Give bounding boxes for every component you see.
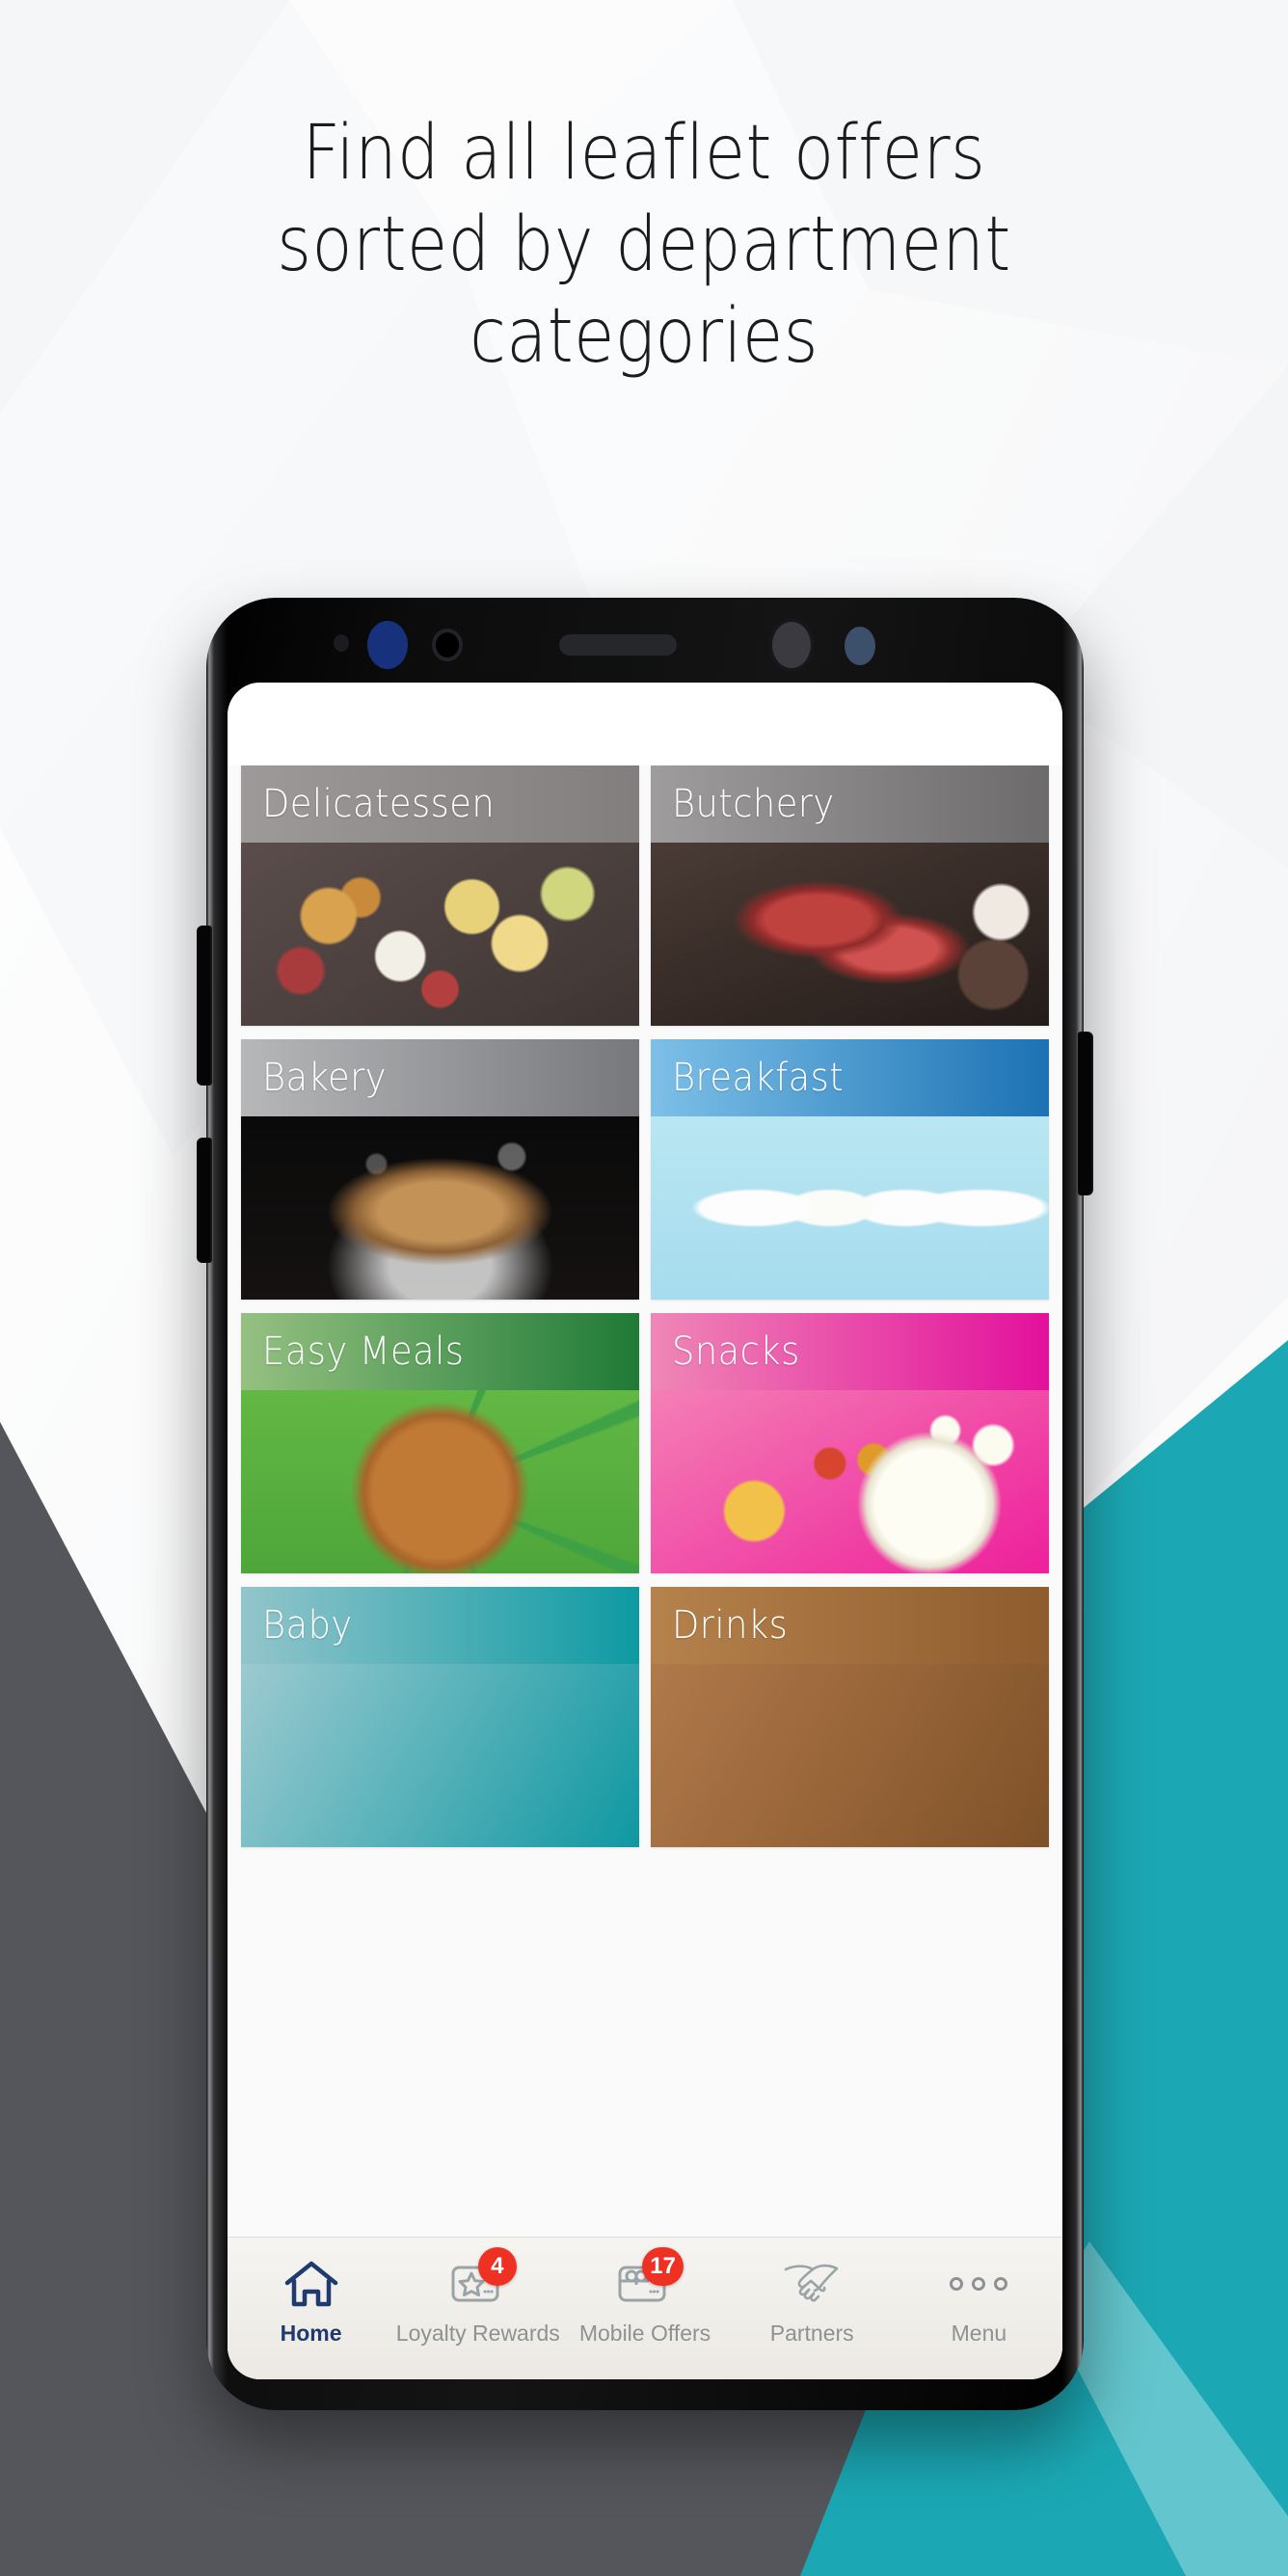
category-row: Easy Meals Snacks bbox=[228, 1313, 1062, 1573]
category-label: Snacks bbox=[672, 1329, 800, 1374]
dot bbox=[972, 2277, 986, 2291]
badge-count: 17 bbox=[642, 2247, 684, 2286]
more-dots-icon bbox=[948, 2257, 1009, 2311]
earpiece-speaker-icon bbox=[559, 634, 677, 656]
category-tile-easy-meals[interactable]: Easy Meals bbox=[241, 1313, 639, 1573]
handshake-icon bbox=[781, 2257, 843, 2311]
category-tile-butchery[interactable]: Butchery bbox=[651, 765, 1049, 1026]
nav-item-mobile-offers[interactable]: 17 Mobile Offers bbox=[561, 2247, 728, 2347]
category-photo-delicatessen bbox=[241, 843, 639, 1026]
nav-item-menu[interactable]: Menu bbox=[896, 2257, 1062, 2347]
category-label: Breakfast bbox=[672, 1056, 845, 1100]
app-top-spacer bbox=[228, 683, 1062, 765]
light-sensor-icon bbox=[845, 627, 875, 665]
category-label: Easy Meals bbox=[262, 1329, 465, 1374]
power-button[interactable] bbox=[1078, 1032, 1093, 1195]
nav-label: Mobile Offers bbox=[578, 2321, 711, 2346]
tile-header: Breakfast bbox=[651, 1039, 1049, 1116]
tile-header: Baby bbox=[241, 1587, 639, 1664]
front-camera-icon bbox=[769, 619, 814, 671]
volume-up-button[interactable] bbox=[197, 926, 212, 1086]
category-tile-bakery[interactable]: Bakery bbox=[241, 1039, 639, 1300]
category-row: Delicatessen Butchery bbox=[228, 765, 1062, 1026]
dot bbox=[950, 2277, 964, 2291]
tile-header: Delicatessen bbox=[241, 765, 639, 843]
category-label: Baby bbox=[262, 1603, 353, 1648]
gift-card-icon: 17 bbox=[614, 2247, 684, 2311]
category-label: Drinks bbox=[672, 1603, 789, 1648]
headline-line-1: Find all leaflet offers bbox=[302, 110, 986, 197]
category-photo-baby bbox=[241, 1664, 639, 1847]
badge-count: 4 bbox=[477, 2247, 517, 2286]
bottom-navigation-bar: Home 4 Loyalty Rewards 17 Mobile Offers … bbox=[228, 2237, 1062, 2379]
category-label: Bakery bbox=[262, 1056, 387, 1100]
nav-item-home[interactable]: Home bbox=[228, 2257, 394, 2347]
category-tile-baby[interactable]: Baby bbox=[241, 1587, 639, 1847]
nav-item-loyalty-rewards[interactable]: 4 Loyalty Rewards bbox=[394, 2247, 561, 2347]
tile-header: Bakery bbox=[241, 1039, 639, 1116]
nav-label: Menu bbox=[951, 2321, 1007, 2346]
nav-label: Partners bbox=[769, 2321, 854, 2346]
page-title: Find all leaflet offers sorted by depart… bbox=[77, 108, 1211, 383]
category-row: Baby Drinks bbox=[228, 1587, 1062, 1847]
phone-top-bezel bbox=[228, 598, 1062, 683]
phone-mockup: Delicatessen Butchery Bakery Breakfast E… bbox=[197, 598, 1093, 2410]
category-tile-snacks[interactable]: Snacks bbox=[651, 1313, 1049, 1573]
nav-label: Home bbox=[280, 2321, 342, 2346]
tile-header: Easy Meals bbox=[241, 1313, 639, 1390]
category-tile-drinks[interactable]: Drinks bbox=[651, 1587, 1049, 1847]
category-photo-bakery bbox=[241, 1116, 639, 1300]
category-row: Bakery Breakfast bbox=[228, 1039, 1062, 1300]
phone-screen: Delicatessen Butchery Bakery Breakfast E… bbox=[228, 683, 1062, 2379]
star-card-icon: 4 bbox=[447, 2247, 517, 2311]
nav-label: Loyalty Rewards bbox=[395, 2321, 560, 2346]
category-photo-butchery bbox=[651, 843, 1049, 1026]
category-grid[interactable]: Delicatessen Butchery Bakery Breakfast E… bbox=[228, 765, 1062, 2237]
tile-header: Drinks bbox=[651, 1587, 1049, 1664]
assistant-button[interactable] bbox=[197, 1138, 212, 1263]
category-photo-snacks bbox=[651, 1390, 1049, 1573]
category-tile-delicatessen[interactable]: Delicatessen bbox=[241, 765, 639, 1026]
headline-line-2: sorted by department bbox=[277, 201, 1011, 289]
iris-scanner-icon bbox=[367, 621, 408, 669]
ir-emitter-icon bbox=[432, 629, 463, 661]
tile-header: Butchery bbox=[651, 765, 1049, 843]
category-tile-breakfast[interactable]: Breakfast bbox=[651, 1039, 1049, 1300]
tile-header: Snacks bbox=[651, 1313, 1049, 1390]
category-photo-easy-meals bbox=[241, 1390, 639, 1573]
nav-item-partners[interactable]: Partners bbox=[729, 2257, 896, 2347]
home-icon bbox=[281, 2257, 342, 2311]
category-photo-drinks bbox=[651, 1664, 1049, 1847]
headline-line-3: categories bbox=[470, 293, 818, 381]
category-label: Delicatessen bbox=[262, 782, 496, 826]
dot bbox=[994, 2277, 1008, 2291]
proximity-sensor-icon bbox=[334, 634, 349, 652]
app-root: Delicatessen Butchery Bakery Breakfast E… bbox=[228, 765, 1062, 2379]
category-photo-breakfast bbox=[651, 1116, 1049, 1300]
category-label: Butchery bbox=[672, 782, 835, 826]
